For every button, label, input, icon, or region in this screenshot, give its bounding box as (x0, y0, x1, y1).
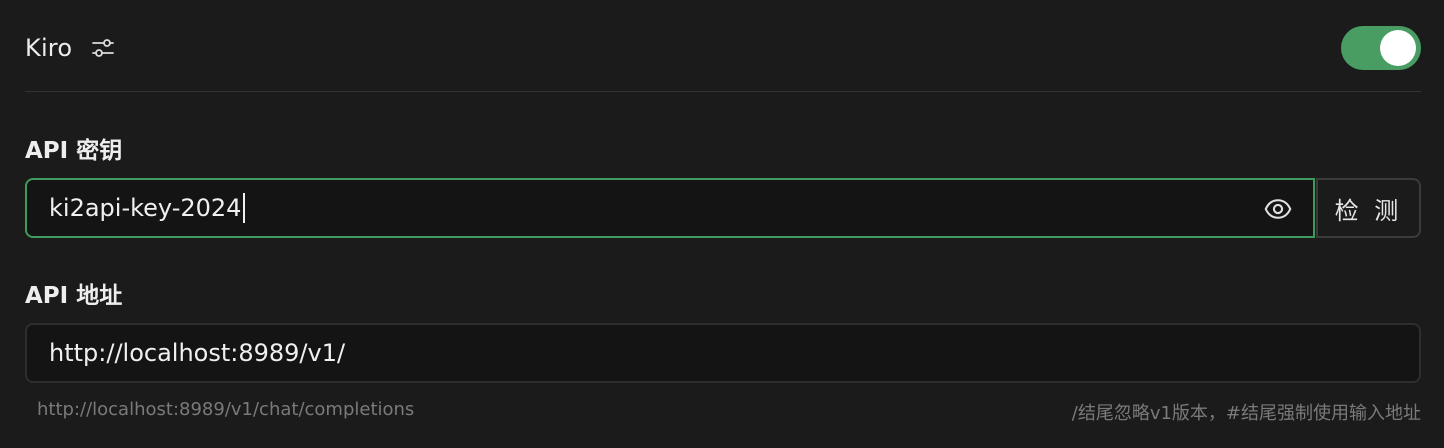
api-url-value: http://localhost:8989/v1/ (49, 339, 346, 367)
api-key-input[interactable]: ki2api-key-2024 (25, 178, 1315, 238)
api-key-value: ki2api-key-2024 (49, 193, 246, 223)
check-button[interactable]: 检 测 (1316, 178, 1421, 238)
toggle-knob (1380, 30, 1416, 66)
api-key-row: ki2api-key-2024 检 测 (25, 178, 1421, 238)
api-url-input[interactable]: http://localhost:8989/v1/ (25, 323, 1421, 383)
text-caret (243, 193, 246, 223)
api-key-label: API 密钥 (25, 138, 123, 164)
divider (25, 91, 1421, 92)
resolved-url-hint: http://localhost:8989/v1/chat/completion… (37, 399, 415, 420)
url-rule-hint: /结尾忽略v1版本，#结尾强制使用输入地址 (1071, 403, 1421, 424)
api-key-text: ki2api-key-2024 (49, 194, 242, 222)
sliders-icon[interactable] (90, 35, 116, 61)
eye-icon[interactable] (1263, 194, 1293, 224)
api-url-label: API 地址 (25, 283, 123, 309)
provider-name: Kiro (25, 34, 73, 62)
provider-header: Kiro (25, 26, 1421, 70)
provider-enable-toggle[interactable] (1341, 26, 1421, 70)
